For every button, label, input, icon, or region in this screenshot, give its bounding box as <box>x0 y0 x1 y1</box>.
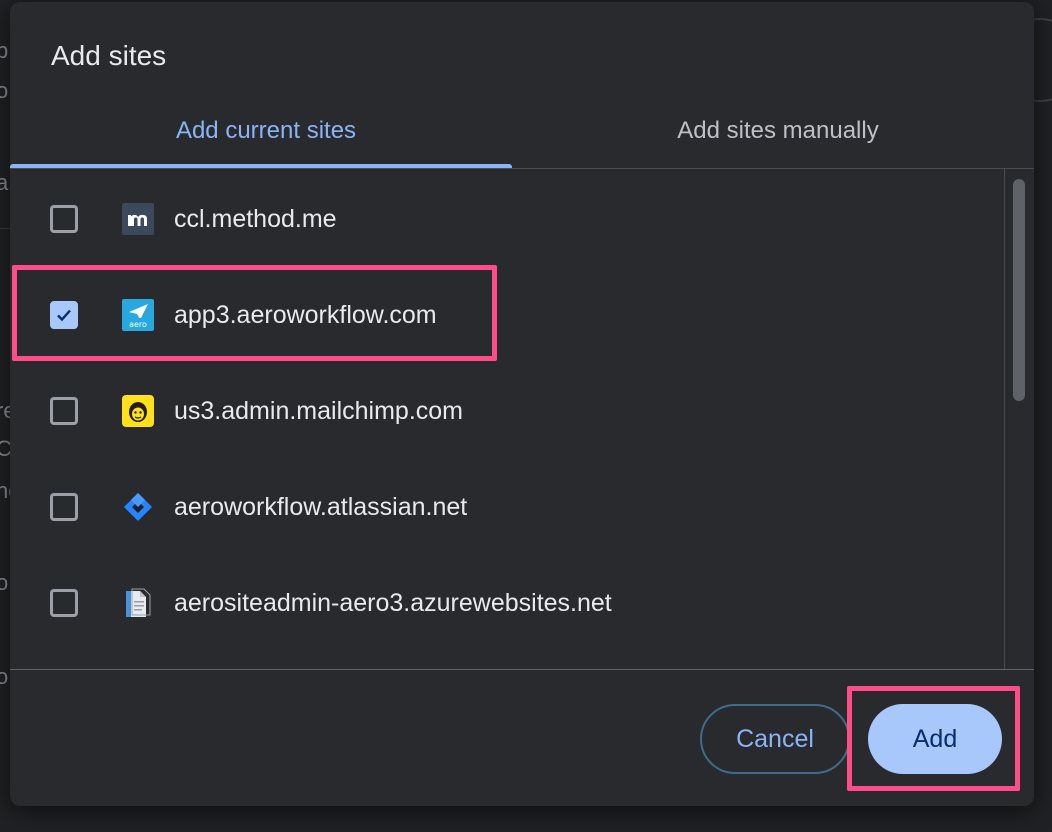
site-label: us3.admin.mailchimp.com <box>174 396 463 425</box>
dialog-title: Add sites <box>51 40 167 71</box>
cancel-button[interactable]: Cancel <box>700 704 850 774</box>
background-text-fragment: a <box>0 170 9 195</box>
site-checkbox[interactable] <box>50 205 78 233</box>
site-list-scrollbar[interactable] <box>1004 169 1034 669</box>
mailchimp-icon <box>122 395 154 427</box>
footer-divider <box>10 669 1034 670</box>
jira-icon <box>124 493 152 521</box>
site-label: app3.aeroworkflow.com <box>174 300 437 329</box>
site-label: aeroworkflow.atlassian.net <box>174 492 468 521</box>
site-checkbox[interactable] <box>50 589 78 617</box>
site-row-us3-admin-mailchimp-com[interactable]: us3.admin.mailchimp.com <box>10 363 1004 459</box>
tab-add-current-sites[interactable]: Add current sites <box>10 94 522 168</box>
site-label: ccl.method.me <box>174 204 337 233</box>
background-text-fragment: o <box>0 664 9 689</box>
add-sites-dialog: Add sites Add current sites Add sites ma… <box>10 2 1034 806</box>
checkmark-icon <box>57 309 71 322</box>
background-text-fragment: p <box>0 38 9 63</box>
site-checkbox[interactable] <box>50 397 78 425</box>
site-checkbox[interactable] <box>50 493 78 521</box>
tab-label: Add sites manually <box>677 117 879 144</box>
method-icon <box>122 203 154 235</box>
tab-bar: Add current sites Add sites manually <box>10 94 1034 168</box>
site-row-aeroworkflow-atlassian-net[interactable]: aeroworkflow.atlassian.net <box>10 459 1004 555</box>
svg-text:aero: aero <box>129 320 147 329</box>
add-button[interactable]: Add <box>868 704 1002 774</box>
scrollbar-thumb[interactable] <box>1013 179 1025 401</box>
site-list[interactable]: ccl.method.me aero app3.aeroworkflow.com <box>10 169 1004 669</box>
site-row-ccl-method-me[interactable]: ccl.method.me <box>10 171 1004 267</box>
background-text-fragment: o <box>0 570 9 595</box>
aero-icon: aero <box>122 299 154 331</box>
tab-label: Add current sites <box>175 117 357 144</box>
site-checkbox-checked[interactable] <box>50 301 78 329</box>
document-icon <box>126 588 151 617</box>
background-text-fragment: o <box>0 78 9 103</box>
site-row-aerositeadmin-aero3-azurewebsites-net[interactable]: aerositeadmin-aero3.azurewebsites.net <box>10 555 1004 651</box>
site-label: aerositeadmin-aero3.azurewebsites.net <box>174 588 612 617</box>
site-row-app3-aeroworkflow-com[interactable]: aero app3.aeroworkflow.com <box>10 267 1004 363</box>
tab-add-sites-manually[interactable]: Add sites manually <box>522 94 1034 168</box>
